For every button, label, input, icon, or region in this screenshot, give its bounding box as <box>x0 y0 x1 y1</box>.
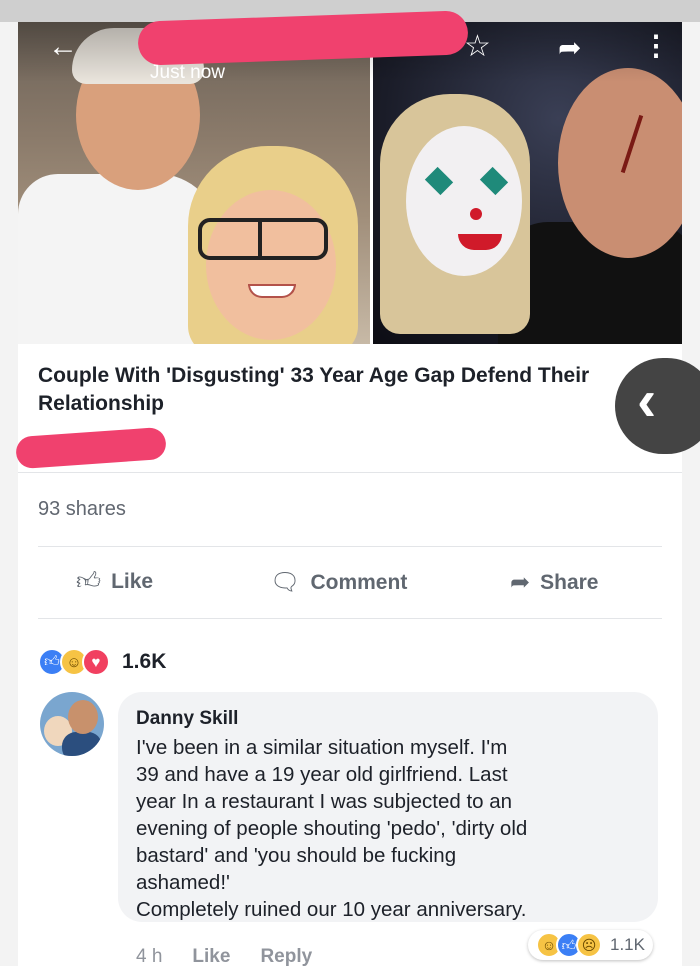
chevron-left-icon: ‹ <box>637 368 657 433</box>
star-icon[interactable]: ☆ <box>464 32 491 62</box>
comment-label: Comment <box>310 570 408 594</box>
comment-text: I've been in a similar situation myself.… <box>136 736 528 921</box>
clown-face-paint <box>406 126 522 276</box>
comment-time: 4 h <box>136 946 163 966</box>
back-arrow-icon[interactable]: ← <box>48 32 78 62</box>
share-icon: ➦ <box>510 569 531 596</box>
divider <box>38 618 662 619</box>
like-button[interactable]: 👍︎ Like <box>76 568 153 596</box>
post-photo[interactable]: ← Just now ☆ ➦ ⋮ <box>18 22 682 344</box>
share-count[interactable]: 93 shares <box>38 498 126 521</box>
share-button[interactable]: ➦ Share <box>510 568 598 597</box>
action-bar: 👍︎ Like 🗨︎ Comment ➦ Share <box>18 558 682 606</box>
avatar-shirt <box>62 732 102 756</box>
comment-reactions[interactable]: ☺ 👍︎ ☹ 1.1K <box>528 930 653 960</box>
post-card: ← Just now ☆ ➦ ⋮ Couple With 'Disgusting… <box>15 10 682 966</box>
comment-button[interactable]: 🗨︎ Comment <box>270 568 407 597</box>
reaction-count: 1.6K <box>122 650 167 673</box>
floating-back-button[interactable]: ‹ <box>615 358 700 454</box>
wow-reaction-icon: ☹ <box>576 932 602 958</box>
commenter-avatar[interactable] <box>40 692 104 756</box>
comment-meta: 4 h Like Reply <box>136 946 312 966</box>
comment-bubble-icon: 🗨︎ <box>270 569 301 596</box>
comment-like-link[interactable]: Like <box>192 946 230 966</box>
redaction-scribble-source <box>15 426 167 470</box>
comment-reply-link[interactable]: Reply <box>260 946 312 966</box>
like-label: Like <box>111 570 154 593</box>
comment-reaction-count: 1.1K <box>610 935 645 954</box>
post-timestamp: Just now <box>150 62 225 83</box>
more-options-icon[interactable]: ⋮ <box>642 32 670 60</box>
share-label: Share <box>540 570 599 594</box>
clown-nose <box>470 208 482 220</box>
glasses <box>198 218 328 260</box>
woman-face <box>206 190 336 340</box>
avatar-face <box>68 700 98 734</box>
love-reaction-icon: ♥ <box>82 648 110 676</box>
divider <box>18 472 682 473</box>
comment-author[interactable]: Danny Skill <box>136 708 640 730</box>
share-arrow-icon[interactable]: ➦ <box>558 34 581 62</box>
article-headline[interactable]: Couple With 'Disgusting' 33 Year Age Gap… <box>38 362 638 418</box>
reaction-summary[interactable]: 👍︎ ☺ ♥ 1.6K <box>38 648 166 676</box>
woman-smile <box>248 284 296 298</box>
comment-bubble: Danny Skill I've been in a similar situa… <box>118 692 658 922</box>
thumbs-up-icon: 👍︎ <box>76 568 102 595</box>
divider <box>38 546 662 547</box>
